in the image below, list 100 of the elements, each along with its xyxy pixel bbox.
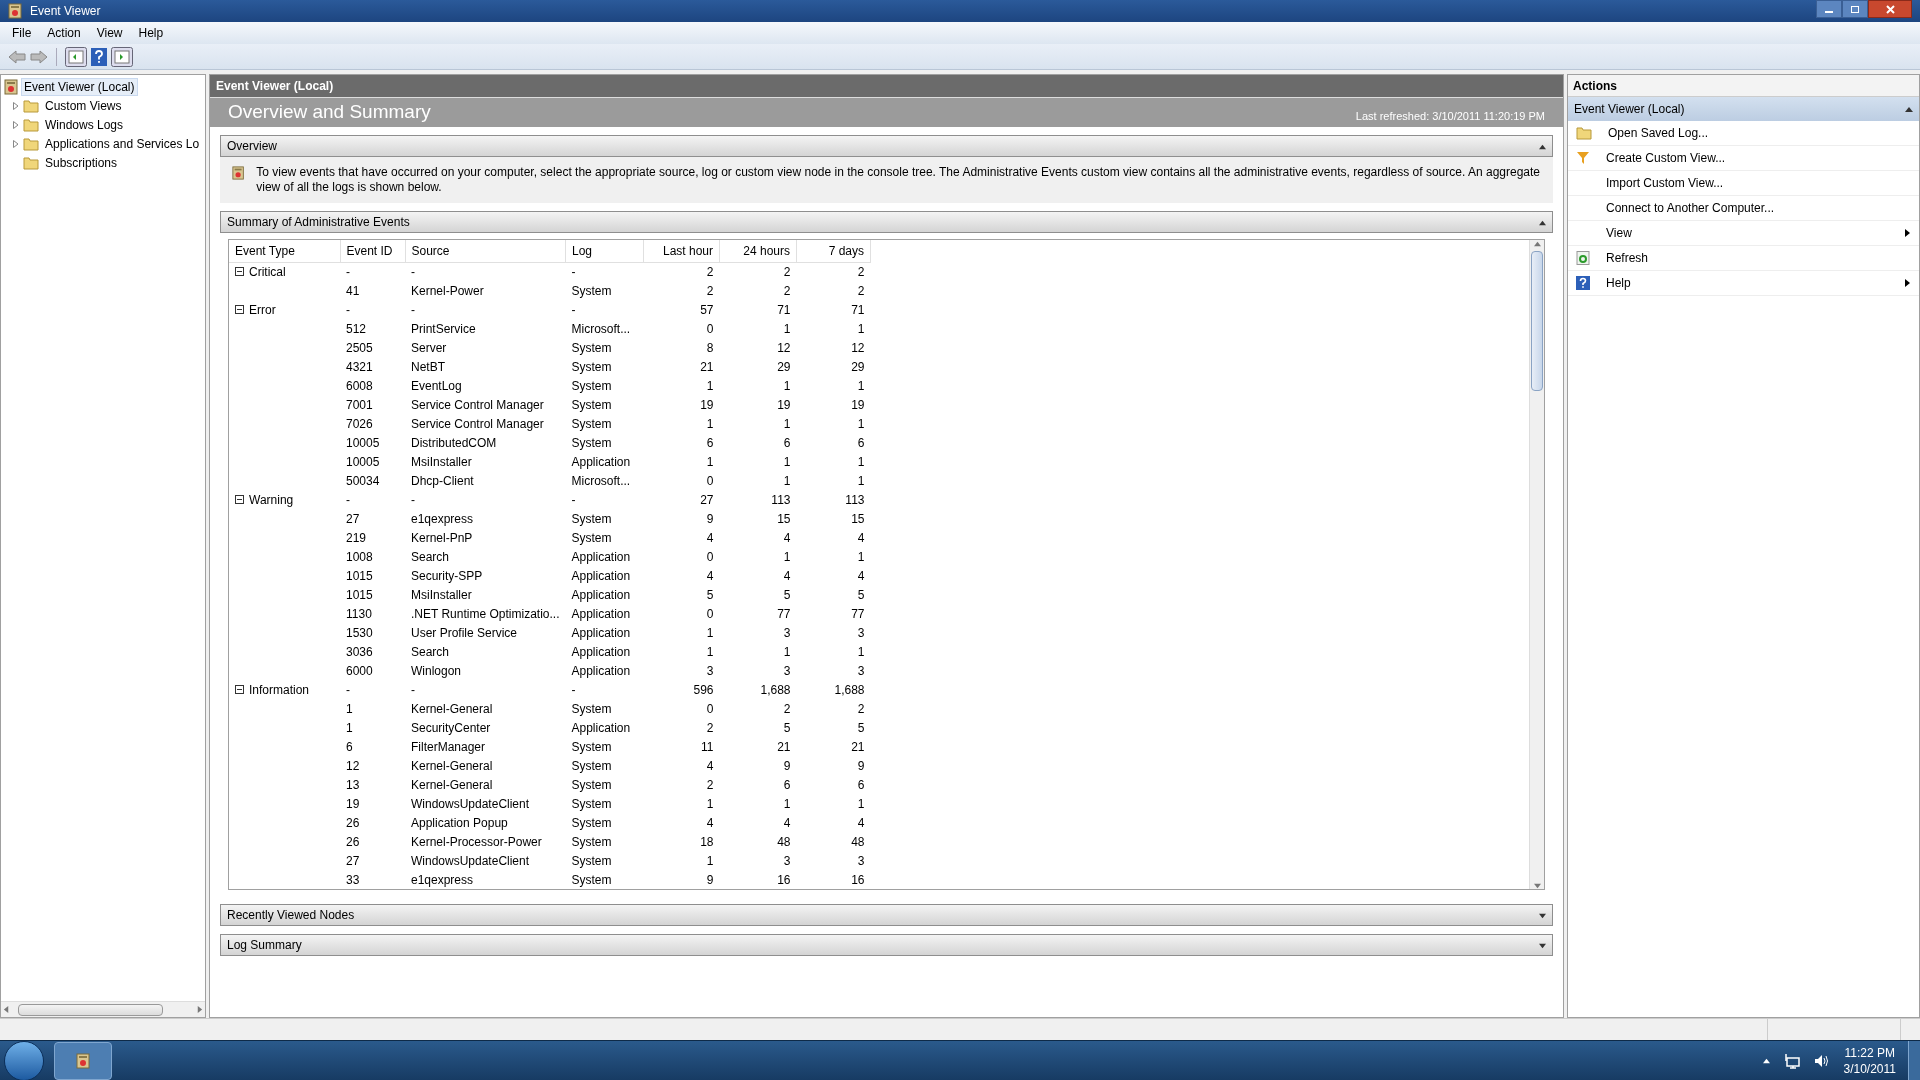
scroll-down-icon[interactable] [1533,882,1541,889]
clock-date[interactable]: 3/10/2011 [1843,1060,1896,1077]
horizontal-scrollbar[interactable] [1,1001,205,1017]
command-item[interactable]: Refresh [1568,246,1919,271]
network-icon[interactable] [1783,1052,1800,1069]
collapse-icon[interactable] [235,305,244,314]
table-cell-text: 3 [856,662,866,680]
expand-icon[interactable] [1539,941,1546,949]
close-button[interactable] [1868,0,1912,18]
table-cell-text: 1015 [345,586,374,604]
table-cell-text: Security-SPP [410,567,484,585]
collapse-icon[interactable] [1539,218,1546,226]
table-cell-text: Application [570,548,632,566]
table-cell-text: 7001 [345,396,374,414]
table-cell-text: 2 [705,719,715,737]
table-cell-text: 50034 [345,472,381,490]
column-header[interactable]: Log [565,240,644,262]
column-header[interactable]: Source [405,240,566,262]
start-button[interactable] [4,1040,44,1080]
table-cell-text: 57 [699,301,715,319]
section-header[interactable]: Summary of Administrative Events [220,211,1553,233]
column-header[interactable]: Last hour [643,240,720,262]
console-tree-icon[interactable] [65,46,87,67]
collapse-icon[interactable] [1905,105,1913,113]
scroll-up-icon[interactable] [1533,240,1541,247]
clock-time[interactable]: 11:22 PM [1844,1044,1895,1061]
menu-item[interactable]: Help [130,24,172,42]
table-cell-text: System [570,339,613,357]
expand-icon[interactable] [1539,911,1546,919]
table-cell-text: MsiInstaller [410,586,473,604]
menu-item[interactable]: File [4,24,40,42]
table-cell-text: Application [570,567,632,585]
tree-item[interactable]: Subscriptions [42,153,121,172]
table-cell-text: - [570,681,577,699]
table-cell-text: 3 [782,852,792,870]
table-cell-text: System [570,757,613,775]
scrollbar[interactable] [1529,240,1544,889]
column-header[interactable]: 7 days [796,240,871,262]
command-item[interactable]: Open Saved Log... [1568,121,1919,146]
command-item[interactable]: Connect to Another Computer... [1568,196,1919,221]
scroll-left-icon[interactable] [3,1006,10,1013]
table-cell-text: 1530 [345,624,374,642]
table-cell-text: 77 [776,605,792,623]
table-cell-text: 1 [782,377,792,395]
section-header[interactable]: Overview [220,135,1553,157]
command-item[interactable]: Help [1568,271,1919,296]
scroll-right-icon[interactable] [196,1006,203,1013]
menu-item[interactable]: View [88,24,131,42]
tree-item[interactable]: Custom Views [42,96,125,115]
table-cell-text: Kernel-General [410,700,494,718]
column-header[interactable]: 24 hours [719,240,797,262]
actions-group-header[interactable]: Event Viewer (Local) [1568,97,1919,121]
table-cell-text: e1qexpress [410,510,475,528]
collapse-icon[interactable] [235,267,244,277]
column-header[interactable]: Event Type [229,240,340,262]
table-cell-text: 6 [856,776,866,794]
table-cell-text: 0 [705,548,715,566]
column-header[interactable]: Event ID [340,240,405,262]
table-cell-text: 15 [850,510,866,528]
table-cell-text: 219 [345,529,368,547]
collapse-icon[interactable] [235,495,244,504]
table-cell-text: 26 [345,814,361,832]
table-cell-text: 1 [345,719,354,737]
table-cell-text: FilterManager [410,738,487,756]
command-item[interactable]: View [1568,221,1919,246]
tree-item[interactable]: Windows Logs [42,115,127,134]
taskbar-app-button[interactable] [54,1041,112,1080]
table-cell-text: 12 [345,757,361,775]
table-cell-text: Kernel-General [410,757,494,775]
minimize-button[interactable] [1816,0,1842,18]
overview-text: To view events that have occurred on your computer, select the appropriate source, log or custom view node in the console tree. The Administrative Events custom view contains all the administrative events, regardless of source. An aggregate view of all the logs is shown below. [256,165,1541,195]
collapse-icon[interactable] [1539,142,1546,150]
table-cell-text: Application [570,662,632,680]
submenu-arrow-icon[interactable] [1903,279,1911,287]
scroll-thumb[interactable] [1531,251,1543,391]
page-title: Overview and Summary [228,100,431,124]
tree-item[interactable]: Applications and Services Lo [42,134,203,153]
show-hidden-icons-icon[interactable] [1762,1057,1770,1064]
funnel-icon [1576,151,1590,165]
table-cell-text: 27 [699,491,715,509]
table-cell-text: Dhcp-Client [410,472,475,490]
event-viewer-icon [4,78,18,95]
table-cell-text: 1 [856,377,866,395]
table-cell-text: 4 [705,814,715,832]
table-cell-text: 4 [705,529,715,547]
section-header[interactable]: Recently Viewed Nodes [220,904,1553,926]
submenu-arrow-icon[interactable] [1903,229,1911,237]
section-header[interactable]: Log Summary [220,934,1553,956]
maximize-button[interactable] [1842,0,1868,18]
table-cell: 2 [643,262,720,281]
help-icon[interactable] [91,47,107,66]
command-item[interactable]: Create Custom View... [1568,146,1919,171]
table-cell-text: 3036 [345,643,374,661]
action-pane-icon[interactable] [111,46,133,67]
table-cell-text: 2 [782,700,792,718]
table-cell-text: 1 [782,643,792,661]
menu-item[interactable]: Action [39,24,89,42]
tree-item[interactable]: Event Viewer (Local) [21,77,138,96]
command-item[interactable]: Import Custom View... [1568,171,1919,196]
collapse-icon[interactable] [235,685,244,694]
